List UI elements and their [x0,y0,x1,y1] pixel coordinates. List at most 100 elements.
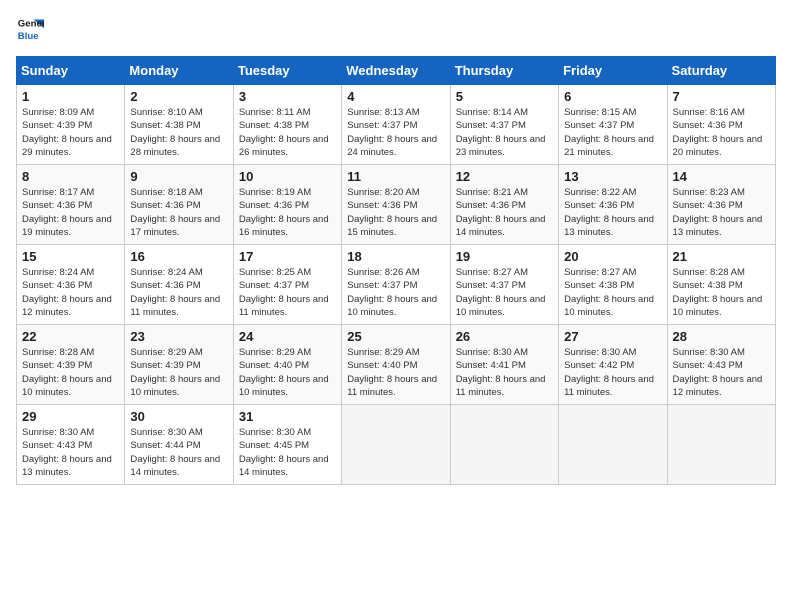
day-detail: Sunrise: 8:16 AMSunset: 4:36 PMDaylight:… [673,107,763,158]
weekday-header-monday: Monday [125,57,233,85]
calendar-cell: 6 Sunrise: 8:15 AMSunset: 4:37 PMDayligh… [559,85,667,165]
day-number: 10 [239,169,336,184]
day-detail: Sunrise: 8:20 AMSunset: 4:36 PMDaylight:… [347,187,437,238]
calendar-cell: 17 Sunrise: 8:25 AMSunset: 4:37 PMDaylig… [233,245,341,325]
calendar-cell [559,405,667,485]
svg-text:Blue: Blue [18,31,39,42]
day-number: 19 [456,249,553,264]
calendar-cell: 1 Sunrise: 8:09 AMSunset: 4:39 PMDayligh… [17,85,125,165]
day-detail: Sunrise: 8:19 AMSunset: 4:36 PMDaylight:… [239,187,329,238]
calendar-week-row: 22 Sunrise: 8:28 AMSunset: 4:39 PMDaylig… [17,325,776,405]
calendar-cell: 29 Sunrise: 8:30 AMSunset: 4:43 PMDaylig… [17,405,125,485]
logo: General Blue [16,16,50,44]
calendar-week-row: 29 Sunrise: 8:30 AMSunset: 4:43 PMDaylig… [17,405,776,485]
day-number: 8 [22,169,119,184]
day-number: 22 [22,329,119,344]
logo-icon: General Blue [16,16,44,44]
calendar-cell: 25 Sunrise: 8:29 AMSunset: 4:40 PMDaylig… [342,325,450,405]
weekday-header-tuesday: Tuesday [233,57,341,85]
calendar-cell: 27 Sunrise: 8:30 AMSunset: 4:42 PMDaylig… [559,325,667,405]
day-detail: Sunrise: 8:30 AMSunset: 4:43 PMDaylight:… [22,427,112,478]
day-detail: Sunrise: 8:13 AMSunset: 4:37 PMDaylight:… [347,107,437,158]
day-number: 5 [456,89,553,104]
calendar-cell: 30 Sunrise: 8:30 AMSunset: 4:44 PMDaylig… [125,405,233,485]
day-detail: Sunrise: 8:17 AMSunset: 4:36 PMDaylight:… [22,187,112,238]
day-detail: Sunrise: 8:24 AMSunset: 4:36 PMDaylight:… [130,267,220,318]
day-number: 29 [22,409,119,424]
calendar-table: SundayMondayTuesdayWednesdayThursdayFrid… [16,56,776,485]
day-number: 21 [673,249,770,264]
day-detail: Sunrise: 8:29 AMSunset: 4:40 PMDaylight:… [239,347,329,398]
day-number: 28 [673,329,770,344]
day-detail: Sunrise: 8:10 AMSunset: 4:38 PMDaylight:… [130,107,220,158]
day-number: 3 [239,89,336,104]
day-detail: Sunrise: 8:29 AMSunset: 4:39 PMDaylight:… [130,347,220,398]
weekday-header-sunday: Sunday [17,57,125,85]
day-number: 16 [130,249,227,264]
calendar-cell: 4 Sunrise: 8:13 AMSunset: 4:37 PMDayligh… [342,85,450,165]
calendar-cell: 7 Sunrise: 8:16 AMSunset: 4:36 PMDayligh… [667,85,775,165]
day-detail: Sunrise: 8:30 AMSunset: 4:44 PMDaylight:… [130,427,220,478]
weekday-header-row: SundayMondayTuesdayWednesdayThursdayFrid… [17,57,776,85]
calendar-cell: 19 Sunrise: 8:27 AMSunset: 4:37 PMDaylig… [450,245,558,325]
day-detail: Sunrise: 8:21 AMSunset: 4:36 PMDaylight:… [456,187,546,238]
calendar-cell [450,405,558,485]
calendar-cell: 23 Sunrise: 8:29 AMSunset: 4:39 PMDaylig… [125,325,233,405]
day-number: 12 [456,169,553,184]
day-detail: Sunrise: 8:11 AMSunset: 4:38 PMDaylight:… [239,107,329,158]
day-detail: Sunrise: 8:09 AMSunset: 4:39 PMDaylight:… [22,107,112,158]
calendar-cell: 14 Sunrise: 8:23 AMSunset: 4:36 PMDaylig… [667,165,775,245]
day-detail: Sunrise: 8:18 AMSunset: 4:36 PMDaylight:… [130,187,220,238]
day-number: 26 [456,329,553,344]
day-detail: Sunrise: 8:30 AMSunset: 4:45 PMDaylight:… [239,427,329,478]
weekday-header-friday: Friday [559,57,667,85]
calendar-cell [342,405,450,485]
calendar-cell: 24 Sunrise: 8:29 AMSunset: 4:40 PMDaylig… [233,325,341,405]
calendar-cell: 18 Sunrise: 8:26 AMSunset: 4:37 PMDaylig… [342,245,450,325]
calendar-cell: 21 Sunrise: 8:28 AMSunset: 4:38 PMDaylig… [667,245,775,325]
calendar-body: 1 Sunrise: 8:09 AMSunset: 4:39 PMDayligh… [17,85,776,485]
calendar-week-row: 1 Sunrise: 8:09 AMSunset: 4:39 PMDayligh… [17,85,776,165]
calendar-cell [667,405,775,485]
calendar-cell: 26 Sunrise: 8:30 AMSunset: 4:41 PMDaylig… [450,325,558,405]
day-number: 14 [673,169,770,184]
day-detail: Sunrise: 8:28 AMSunset: 4:39 PMDaylight:… [22,347,112,398]
day-number: 17 [239,249,336,264]
svg-text:General: General [18,19,44,30]
calendar-cell: 22 Sunrise: 8:28 AMSunset: 4:39 PMDaylig… [17,325,125,405]
calendar-cell: 20 Sunrise: 8:27 AMSunset: 4:38 PMDaylig… [559,245,667,325]
day-detail: Sunrise: 8:23 AMSunset: 4:36 PMDaylight:… [673,187,763,238]
calendar-cell: 8 Sunrise: 8:17 AMSunset: 4:36 PMDayligh… [17,165,125,245]
day-number: 15 [22,249,119,264]
day-number: 27 [564,329,661,344]
calendar-cell: 31 Sunrise: 8:30 AMSunset: 4:45 PMDaylig… [233,405,341,485]
day-detail: Sunrise: 8:26 AMSunset: 4:37 PMDaylight:… [347,267,437,318]
day-detail: Sunrise: 8:30 AMSunset: 4:43 PMDaylight:… [673,347,763,398]
day-number: 24 [239,329,336,344]
calendar-cell: 13 Sunrise: 8:22 AMSunset: 4:36 PMDaylig… [559,165,667,245]
day-number: 7 [673,89,770,104]
day-number: 6 [564,89,661,104]
calendar-week-row: 8 Sunrise: 8:17 AMSunset: 4:36 PMDayligh… [17,165,776,245]
day-number: 30 [130,409,227,424]
day-number: 9 [130,169,227,184]
calendar-cell: 3 Sunrise: 8:11 AMSunset: 4:38 PMDayligh… [233,85,341,165]
weekday-header-wednesday: Wednesday [342,57,450,85]
day-detail: Sunrise: 8:27 AMSunset: 4:37 PMDaylight:… [456,267,546,318]
calendar-cell: 11 Sunrise: 8:20 AMSunset: 4:36 PMDaylig… [342,165,450,245]
calendar-cell: 10 Sunrise: 8:19 AMSunset: 4:36 PMDaylig… [233,165,341,245]
weekday-header-thursday: Thursday [450,57,558,85]
calendar-cell: 12 Sunrise: 8:21 AMSunset: 4:36 PMDaylig… [450,165,558,245]
day-number: 1 [22,89,119,104]
day-detail: Sunrise: 8:27 AMSunset: 4:38 PMDaylight:… [564,267,654,318]
day-detail: Sunrise: 8:30 AMSunset: 4:42 PMDaylight:… [564,347,654,398]
day-number: 11 [347,169,444,184]
calendar-cell: 2 Sunrise: 8:10 AMSunset: 4:38 PMDayligh… [125,85,233,165]
calendar-cell: 16 Sunrise: 8:24 AMSunset: 4:36 PMDaylig… [125,245,233,325]
calendar-cell: 15 Sunrise: 8:24 AMSunset: 4:36 PMDaylig… [17,245,125,325]
day-detail: Sunrise: 8:14 AMSunset: 4:37 PMDaylight:… [456,107,546,158]
day-number: 2 [130,89,227,104]
calendar-cell: 9 Sunrise: 8:18 AMSunset: 4:36 PMDayligh… [125,165,233,245]
day-detail: Sunrise: 8:28 AMSunset: 4:38 PMDaylight:… [673,267,763,318]
day-number: 23 [130,329,227,344]
